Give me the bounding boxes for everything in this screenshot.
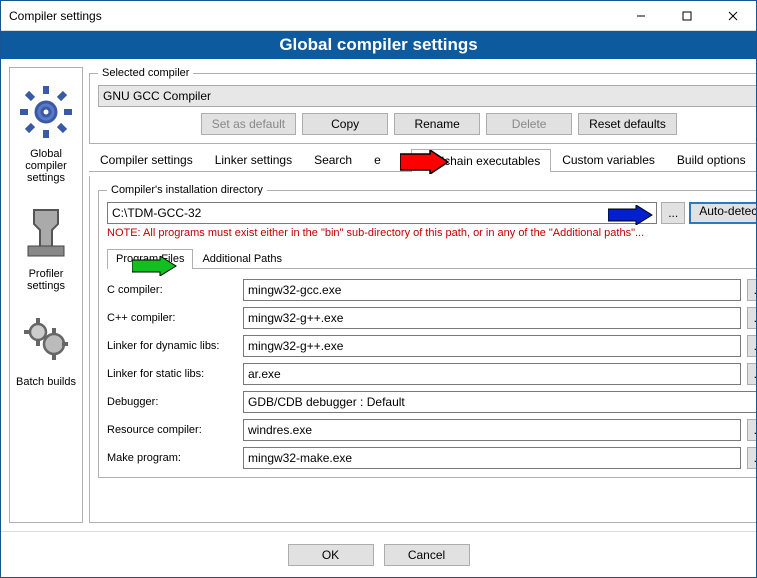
minimize-button[interactable] bbox=[618, 1, 664, 31]
delete-button[interactable]: Delete bbox=[486, 113, 572, 135]
sidebar-item-batch[interactable]: Batch builds bbox=[10, 300, 82, 396]
install-dir-note: NOTE: All programs must exist either in … bbox=[107, 227, 756, 239]
main-tabs: Compiler settings Linker settings Search… bbox=[89, 148, 756, 172]
window-title: Compiler settings bbox=[9, 9, 618, 23]
resource-compiler-input[interactable] bbox=[243, 419, 741, 441]
linker-static-label: Linker for static libs: bbox=[107, 368, 237, 380]
c-compiler-label: C compiler: bbox=[107, 284, 237, 296]
debugger-label: Debugger: bbox=[107, 396, 237, 408]
compiler-dropdown[interactable]: GNU GCC Compiler ⌄ bbox=[98, 85, 756, 107]
c-compiler-input[interactable] bbox=[243, 279, 741, 301]
cpp-compiler-input[interactable] bbox=[243, 307, 741, 329]
linker-dynamic-browse[interactable]: ... bbox=[747, 335, 756, 357]
make-program-label: Make program: bbox=[107, 452, 237, 464]
ok-button[interactable]: OK bbox=[288, 544, 374, 566]
footer: OK Cancel bbox=[1, 531, 756, 577]
window-controls bbox=[618, 1, 756, 31]
sidebar-item-profiler[interactable]: Profiler settings bbox=[10, 192, 82, 300]
subtab-additional-paths[interactable]: Additional Paths bbox=[193, 249, 291, 268]
banner-title: Global compiler settings bbox=[1, 31, 756, 59]
install-dir-browse-button[interactable]: ... bbox=[661, 202, 685, 224]
tab-build-options[interactable]: Build options bbox=[666, 148, 756, 171]
auto-detect-button[interactable]: Auto-detect bbox=[689, 202, 756, 224]
programs-grid: C compiler: ... C++ compiler: ... Linker… bbox=[107, 279, 756, 469]
debugger-select[interactable]: GDB/CDB debugger : Default ⌄ bbox=[243, 391, 756, 413]
sidebar-item-global-compiler[interactable]: Global compiler settings bbox=[10, 72, 82, 192]
tab-search[interactable]: Search bbox=[303, 148, 363, 171]
cpp-compiler-browse[interactable]: ... bbox=[747, 307, 756, 329]
profiler-icon bbox=[14, 200, 78, 264]
titlebar: Compiler settings bbox=[1, 1, 756, 31]
batch-icon bbox=[14, 308, 78, 372]
reset-defaults-button[interactable]: Reset defaults bbox=[578, 113, 677, 135]
sidebar: Global compiler settings Profiler settin… bbox=[9, 67, 83, 523]
make-program-browse[interactable]: ... bbox=[747, 447, 756, 469]
resource-compiler-browse[interactable]: ... bbox=[747, 419, 756, 441]
set-default-button[interactable]: Set as default bbox=[201, 113, 296, 135]
make-program-input[interactable] bbox=[243, 447, 741, 469]
cancel-button[interactable]: Cancel bbox=[384, 544, 470, 566]
selected-compiler-legend: Selected compiler bbox=[98, 67, 193, 79]
gear-icon bbox=[14, 80, 78, 144]
compiler-dropdown-value: GNU GCC Compiler bbox=[103, 89, 211, 103]
close-button[interactable] bbox=[710, 1, 756, 31]
install-dir-input[interactable] bbox=[107, 202, 657, 224]
install-dir-legend: Compiler's installation directory bbox=[107, 184, 267, 196]
install-dir-row: ... Auto-detect bbox=[107, 202, 756, 224]
compiler-button-row: Set as default Copy Rename Delete Reset … bbox=[98, 113, 756, 135]
maximize-button[interactable] bbox=[664, 1, 710, 31]
resource-compiler-label: Resource compiler: bbox=[107, 424, 237, 436]
linker-dynamic-input[interactable] bbox=[243, 335, 741, 357]
tab-linker-settings[interactable]: Linker settings bbox=[204, 148, 303, 171]
sidebar-item-label: Global compiler settings bbox=[14, 148, 78, 184]
debugger-select-value: GDB/CDB debugger : Default bbox=[248, 395, 405, 409]
linker-static-input[interactable] bbox=[243, 363, 741, 385]
tab-toolchain-executables[interactable]: Toolchain executables bbox=[411, 149, 551, 172]
subtab-program-files[interactable]: Program Files bbox=[107, 249, 193, 269]
selected-compiler-fieldset: Selected compiler GNU GCC Compiler ⌄ Set… bbox=[89, 67, 756, 144]
rename-button[interactable]: Rename bbox=[394, 113, 480, 135]
main-panel: Selected compiler GNU GCC Compiler ⌄ Set… bbox=[89, 67, 756, 523]
sidebar-item-label: Profiler settings bbox=[14, 268, 78, 292]
cpp-compiler-label: C++ compiler: bbox=[107, 312, 237, 324]
linker-dynamic-label: Linker for dynamic libs: bbox=[107, 340, 237, 352]
install-dir-fieldset: Compiler's installation directory ... Au… bbox=[98, 184, 756, 478]
sub-tabs: Program Files Additional Paths bbox=[107, 249, 756, 269]
tab-hidden[interactable]: e bbox=[363, 148, 411, 171]
sidebar-item-label: Batch builds bbox=[16, 376, 76, 388]
linker-static-browse[interactable]: ... bbox=[747, 363, 756, 385]
tab-compiler-settings[interactable]: Compiler settings bbox=[89, 148, 204, 171]
tab-custom-variables[interactable]: Custom variables bbox=[551, 148, 666, 171]
window: Compiler settings Global compiler settin… bbox=[0, 0, 757, 578]
content: Global compiler settings Profiler settin… bbox=[1, 59, 756, 531]
c-compiler-browse[interactable]: ... bbox=[747, 279, 756, 301]
toolchain-panel: Compiler's installation directory ... Au… bbox=[89, 176, 756, 523]
copy-button[interactable]: Copy bbox=[302, 113, 388, 135]
